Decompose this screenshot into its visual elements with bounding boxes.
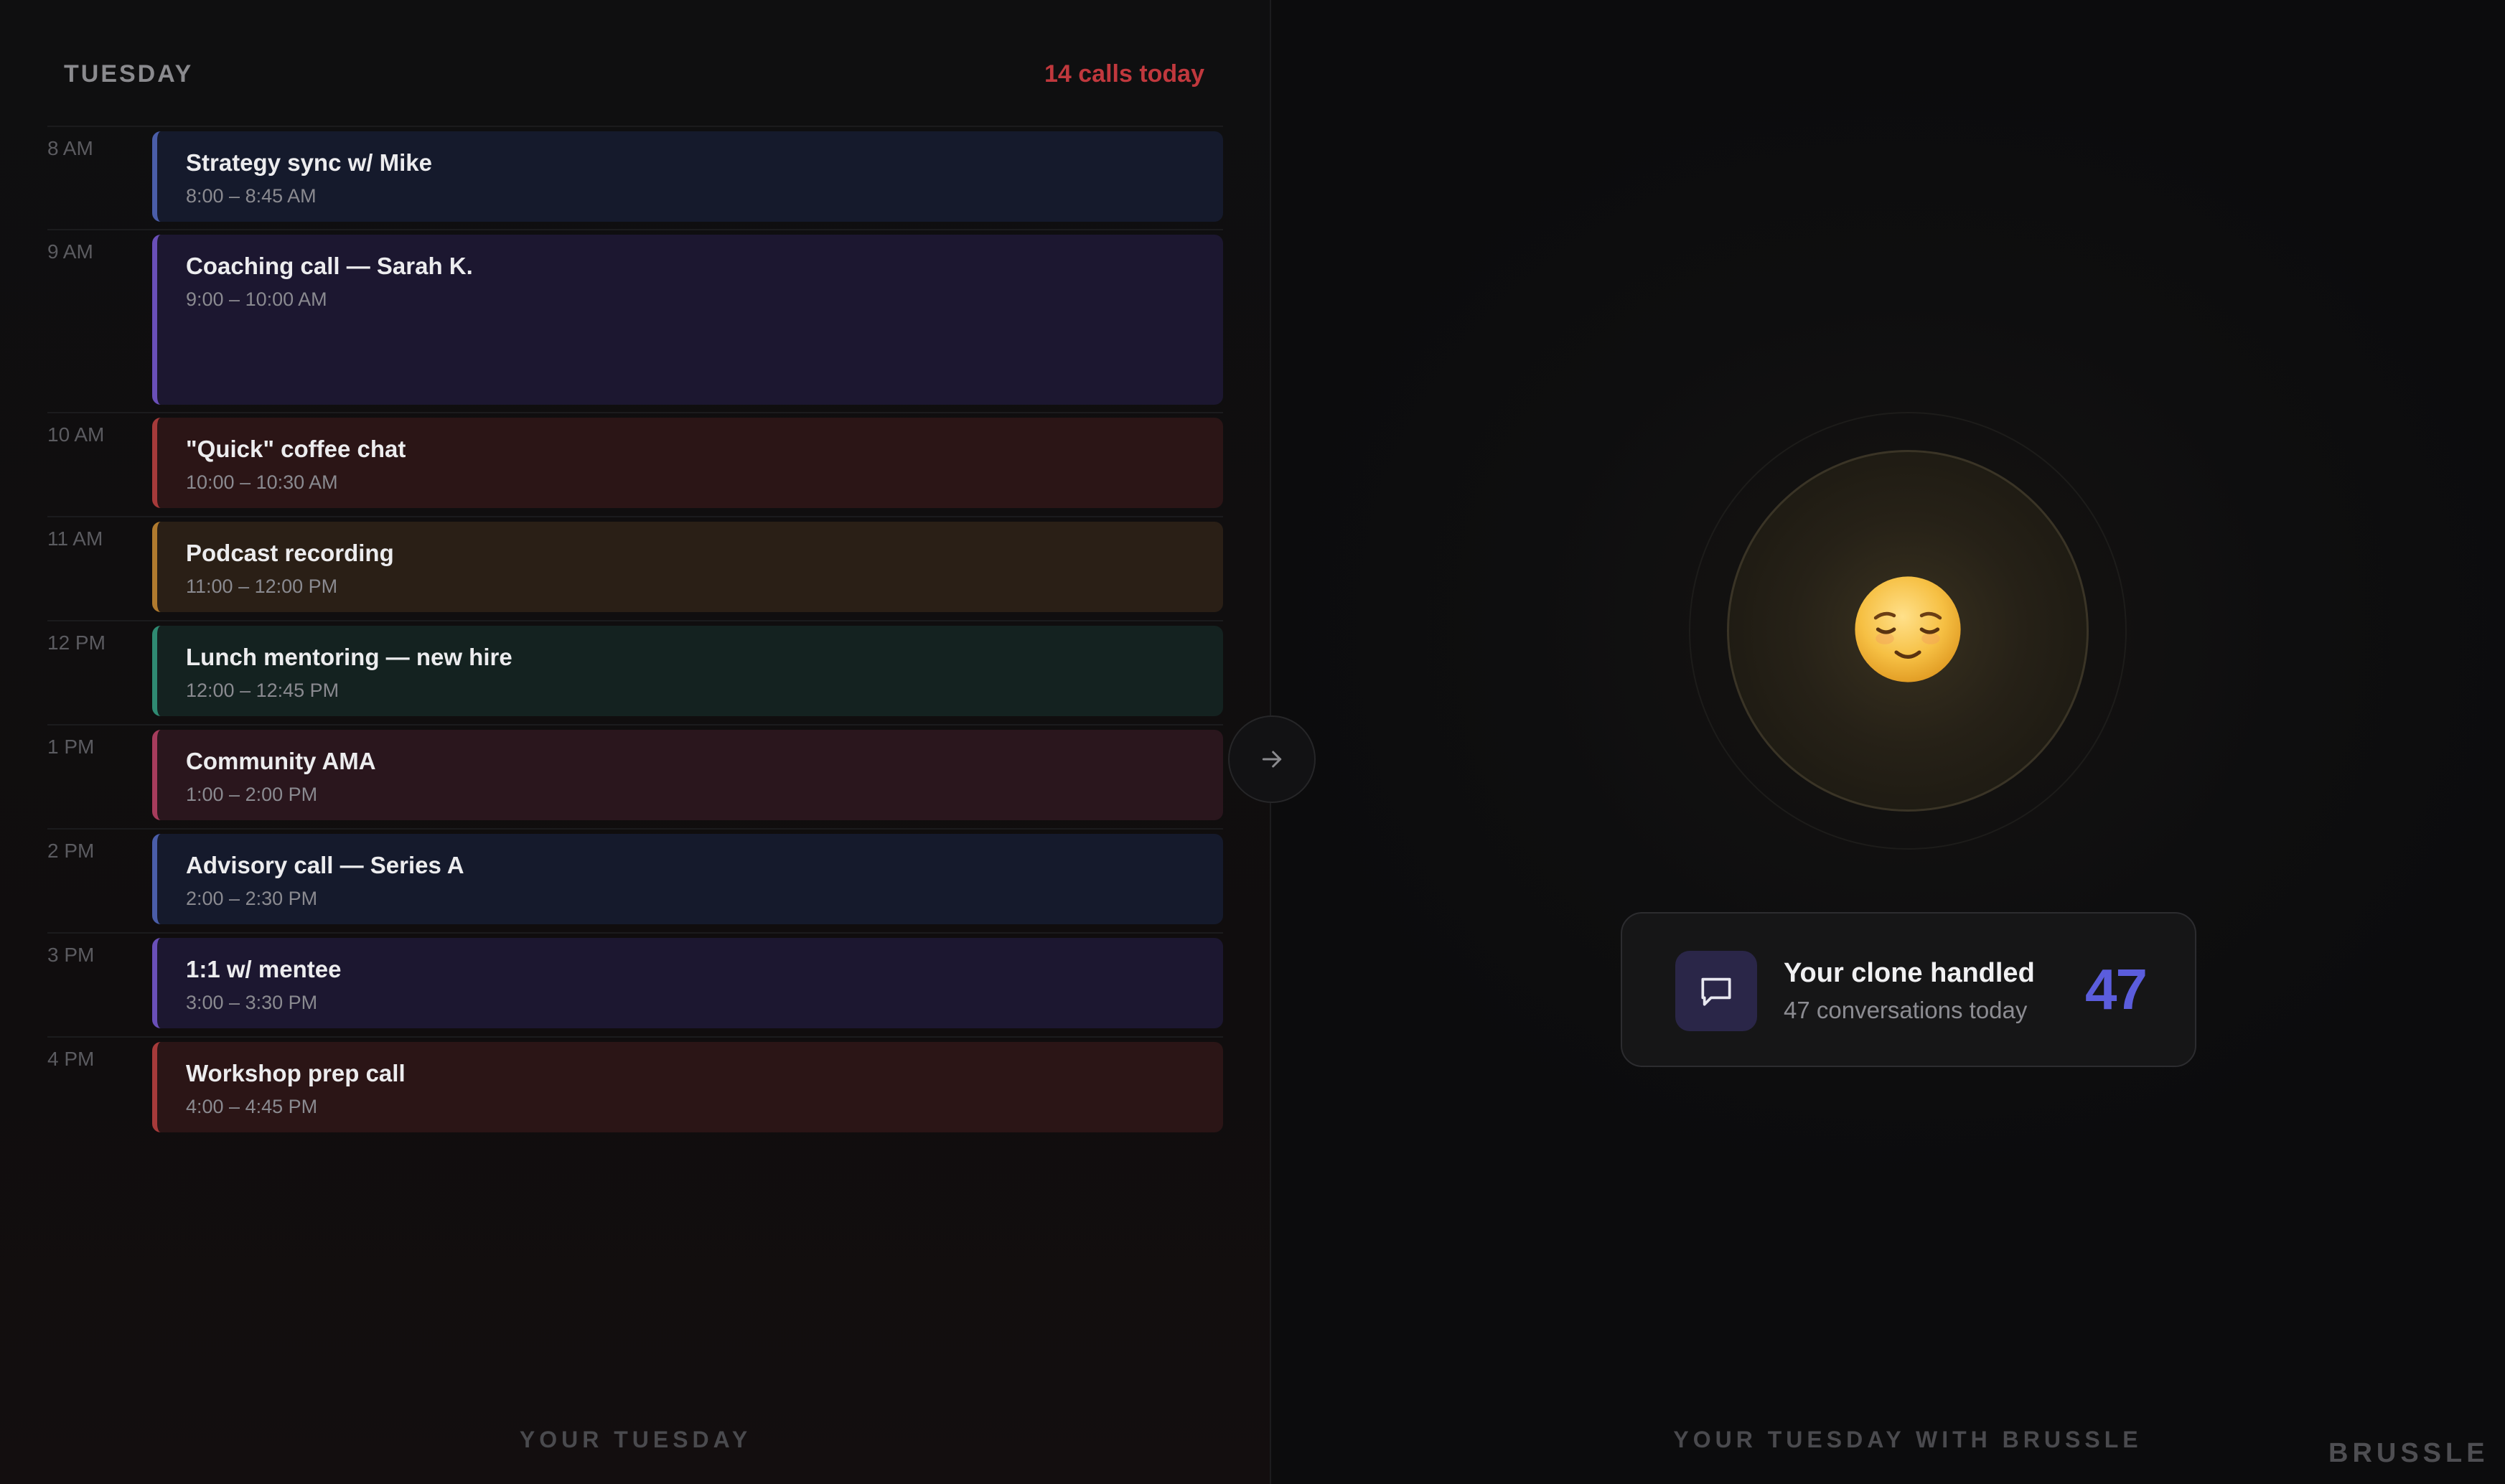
- day-heading: TUESDAY: [64, 60, 194, 88]
- event-card[interactable]: Community AMA 1:00 – 2:00 PM: [152, 730, 1223, 820]
- clone-stats-card: Your clone handled 47 conversations toda…: [1621, 912, 2196, 1067]
- event-time: 3:00 – 3:30 PM: [186, 992, 318, 1013]
- time-label: 11 AM: [47, 527, 103, 550]
- event-time: 12:00 – 12:45 PM: [186, 680, 340, 701]
- event-time: 10:00 – 10:30 AM: [186, 471, 338, 493]
- event-time: 1:00 – 2:00 PM: [186, 784, 318, 805]
- conversation-count: 47: [2085, 957, 2148, 1021]
- time-label: 10 AM: [47, 423, 105, 446]
- stat-subtitle: 47 conversations today: [1784, 997, 2028, 1023]
- time-label: 12 PM: [47, 631, 106, 654]
- schedule-row: 3 PM 1:1 w/ mentee 3:00 – 3:30 PM: [47, 932, 1223, 1036]
- event-time: 4:00 – 4:45 PM: [186, 1096, 318, 1117]
- brand-logo: BRUSSLE: [2328, 1438, 2489, 1468]
- time-label: 3 PM: [47, 944, 95, 966]
- time-label: 8 AM: [47, 137, 93, 159]
- right-panel-caption: YOUR TUESDAY WITH BRUSSLE: [1673, 1427, 2143, 1452]
- event-card[interactable]: Podcast recording 11:00 – 12:00 PM: [152, 522, 1223, 612]
- stat-title: Your clone handled: [1784, 958, 2035, 988]
- time-label: 4 PM: [47, 1048, 95, 1070]
- schedule-row: 10 AM "Quick" coffee chat 10:00 – 10:30 …: [47, 412, 1223, 516]
- schedule-row: 11 AM Podcast recording 11:00 – 12:00 PM: [47, 516, 1223, 620]
- event-card[interactable]: 1:1 w/ mentee 3:00 – 3:30 PM: [152, 938, 1223, 1028]
- event-card[interactable]: Advisory call — Series A 2:00 – 2:30 PM: [152, 834, 1223, 924]
- event-title: Coaching call — Sarah K.: [186, 253, 473, 279]
- schedule-row: 4 PM Workshop prep call 4:00 – 4:45 PM: [47, 1036, 1223, 1140]
- event-title: Workshop prep call: [186, 1060, 406, 1086]
- time-label: 2 PM: [47, 840, 95, 862]
- time-label: 1 PM: [47, 736, 95, 758]
- compare-arrow-button[interactable]: [1228, 715, 1316, 803]
- event-title: Advisory call — Series A: [186, 852, 464, 878]
- schedule-row: 2 PM Advisory call — Series A 2:00 – 2:3…: [47, 828, 1223, 932]
- event-time: 2:00 – 2:30 PM: [186, 888, 318, 909]
- event-title: 1:1 w/ mentee: [186, 956, 342, 982]
- calls-count: 14 calls today: [1044, 60, 1204, 88]
- event-time: 11:00 – 12:00 PM: [186, 576, 338, 597]
- event-time: 8:00 – 8:45 AM: [186, 185, 317, 207]
- event-card[interactable]: Coaching call — Sarah K. 9:00 – 10:00 AM: [152, 235, 1223, 405]
- schedule-row: 1 PM Community AMA 1:00 – 2:00 PM: [47, 724, 1223, 828]
- event-title: Strategy sync w/ Mike: [186, 149, 432, 176]
- event-title: Community AMA: [186, 748, 376, 774]
- left-panel-caption: YOUR TUESDAY: [519, 1427, 752, 1452]
- event-card[interactable]: "Quick" coffee chat 10:00 – 10:30 AM: [152, 418, 1223, 508]
- chat-bubble-icon: [1701, 977, 1731, 1006]
- schedule-row: 8 AM Strategy sync w/ Mike 8:00 – 8:45 A…: [47, 126, 1223, 229]
- event-title: "Quick" coffee chat: [186, 436, 406, 462]
- relieved-face-icon: [1855, 576, 1961, 682]
- arrow-right-icon: [1262, 751, 1282, 768]
- event-time: 9:00 – 10:00 AM: [186, 288, 327, 310]
- event-title: Podcast recording: [186, 540, 394, 566]
- event-card[interactable]: Strategy sync w/ Mike 8:00 – 8:45 AM: [152, 131, 1223, 222]
- calendar-panel: TUESDAY 14 calls today 8 AM Strategy syn…: [0, 0, 1271, 1484]
- event-title: Lunch mentoring — new hire: [186, 644, 512, 670]
- brussle-panel: Your clone handled 47 conversations toda…: [1273, 0, 2505, 1484]
- chat-icon-badge: [1675, 951, 1757, 1031]
- event-card[interactable]: Workshop prep call 4:00 – 4:45 PM: [152, 1042, 1223, 1132]
- schedule-row: 12 PM Lunch mentoring — new hire 12:00 –…: [47, 620, 1223, 724]
- event-card[interactable]: Lunch mentoring — new hire 12:00 – 12:45…: [152, 626, 1223, 716]
- schedule-row: 9 AM Coaching call — Sarah K. 9:00 – 10:…: [47, 229, 1223, 412]
- time-label: 9 AM: [47, 240, 93, 263]
- app-root: TUESDAY 14 calls today 8 AM Strategy syn…: [0, 0, 2505, 1484]
